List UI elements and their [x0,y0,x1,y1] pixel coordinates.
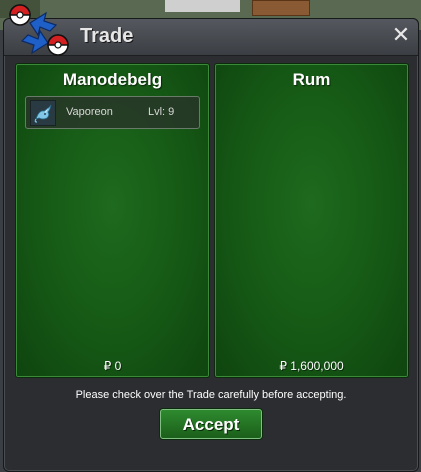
panel-player-name: Rum [292,70,331,89]
close-button[interactable]: ✕ [390,24,412,46]
money-offer: ₽ 0 [103,359,122,373]
money-offer: ₽ 1,600,000 [279,359,344,373]
trade-item-slot[interactable]: Vaporeon Lvl: 9 [25,96,200,129]
trade-arrows-icon [9,4,69,56]
window-title: Trade [80,25,134,47]
world-tile [165,0,240,12]
item-level: Lvl: 9 [148,106,175,118]
panel-player-name: Manodebelg [62,70,163,89]
vaporeon-icon [30,100,56,126]
world-door [252,0,310,16]
trade-panel-self: Manodebelg Vaporeon Lvl: 9 ₽ 0 [15,63,210,378]
trade-window: Trade ✕ Manodebelg Vaporeon Lvl: 9 ₽ 0 R… [3,4,419,472]
trade-panel-partner: Rum ₽ 1,600,000 [214,63,409,378]
accept-button[interactable]: Accept [160,409,262,439]
item-name: Vaporeon [66,106,113,118]
trade-notice: Please check over the Trade carefully be… [75,389,347,401]
